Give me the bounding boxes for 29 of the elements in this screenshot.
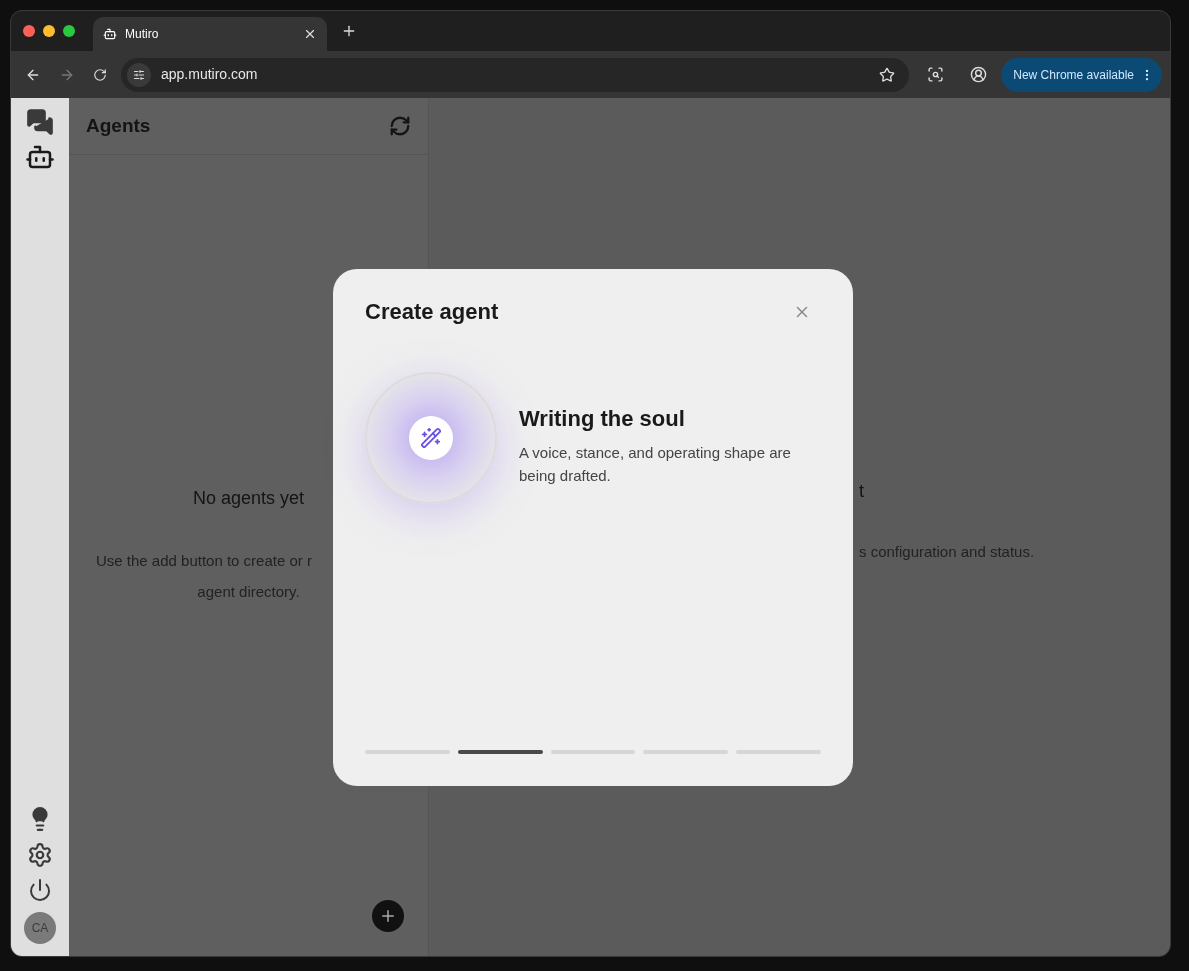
- plus-icon: [379, 907, 397, 925]
- browser-tab[interactable]: Mutiro: [93, 17, 327, 51]
- update-button[interactable]: New Chrome available: [1001, 57, 1162, 92]
- step-title: Writing the soul: [519, 405, 686, 433]
- power-icon[interactable]: [28, 878, 52, 902]
- detail-description: s configuration and status.: [859, 542, 1035, 562]
- reload-icon[interactable]: [93, 67, 107, 82]
- bookmark-star-icon[interactable]: [879, 66, 896, 83]
- close-tab-icon[interactable]: [303, 27, 317, 41]
- tab-title: Mutiro: [125, 26, 160, 43]
- address-text: app.mutiro.com: [161, 65, 259, 84]
- detail-title: t: [859, 480, 864, 503]
- empty-state-title: No agents yet: [192, 487, 305, 510]
- magic-wand-icon: [409, 416, 453, 460]
- address-bar[interactable]: app.mutiro.com: [121, 57, 910, 92]
- favicon-icon: [103, 27, 117, 41]
- profile-icon[interactable]: [970, 66, 988, 83]
- add-agent-button[interactable]: [372, 900, 404, 932]
- lens-icon[interactable]: [927, 66, 945, 83]
- dialog-title: Create agent: [365, 298, 500, 326]
- settings-icon[interactable]: [27, 842, 53, 868]
- empty-state-text: agent directory.: [197, 581, 300, 602]
- new-tab-icon[interactable]: [341, 23, 357, 39]
- refresh-icon[interactable]: [389, 115, 411, 137]
- panel-title: Agents: [86, 113, 152, 138]
- chat-bubbles-icon[interactable]: [26, 108, 54, 136]
- step-description: A voice, stance, and operating shape are being drafted.: [519, 443, 792, 486]
- empty-state-text: Use the add button to create or r: [96, 551, 312, 571]
- site-settings-icon[interactable]: [127, 62, 151, 87]
